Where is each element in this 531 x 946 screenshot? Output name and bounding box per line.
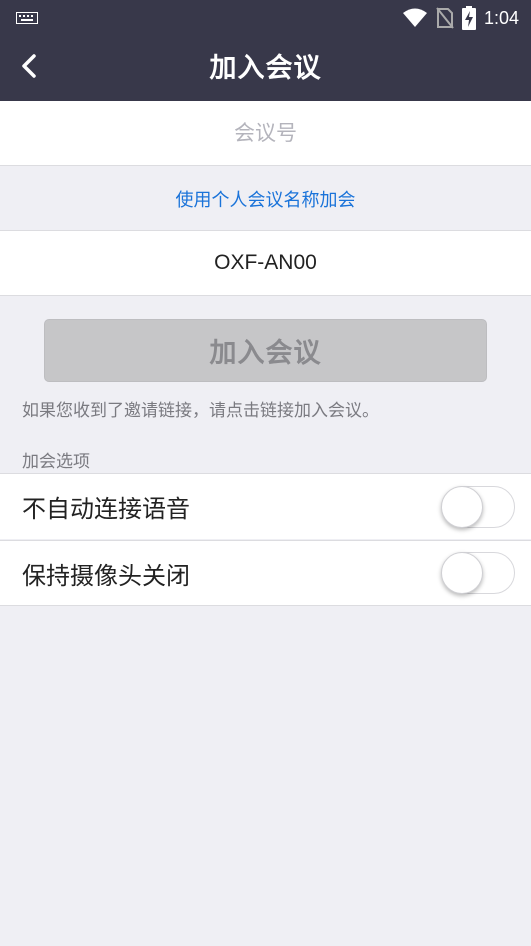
toggle-knob: [441, 485, 483, 528]
invite-link-hint: 如果您收到了邀请链接，请点击链接加入会议。: [22, 401, 379, 421]
keep-camera-off-toggle[interactable]: [441, 552, 515, 594]
join-meeting-button[interactable]: 加入会议: [44, 319, 487, 382]
display-name-input[interactable]: [0, 231, 531, 295]
option-label: 保持摄像头关闭: [22, 561, 190, 590]
status-time: 1:04: [483, 7, 519, 28]
battery-charging-icon: [461, 6, 476, 30]
use-personal-name-link[interactable]: 使用个人会议名称加会: [0, 167, 531, 230]
wifi-icon: [402, 8, 428, 28]
option-no-auto-audio: 不自动连接语音: [0, 473, 531, 539]
keyboard-icon: [16, 12, 38, 24]
no-sim-icon: [436, 7, 454, 29]
meeting-id-row: [0, 101, 531, 166]
status-bar: 1:04: [0, 0, 531, 36]
app-header: 加入会议: [0, 36, 531, 101]
option-keep-camera-off: 保持摄像头关闭: [0, 540, 531, 606]
no-auto-audio-toggle[interactable]: [441, 485, 515, 528]
meeting-id-input[interactable]: [0, 101, 531, 165]
join-options-label: 加会选项: [22, 452, 90, 472]
page-title: 加入会议: [209, 53, 322, 84]
option-label: 不自动连接语音: [22, 495, 190, 523]
toggle-knob: [441, 552, 483, 594]
display-name-row: [0, 230, 531, 296]
